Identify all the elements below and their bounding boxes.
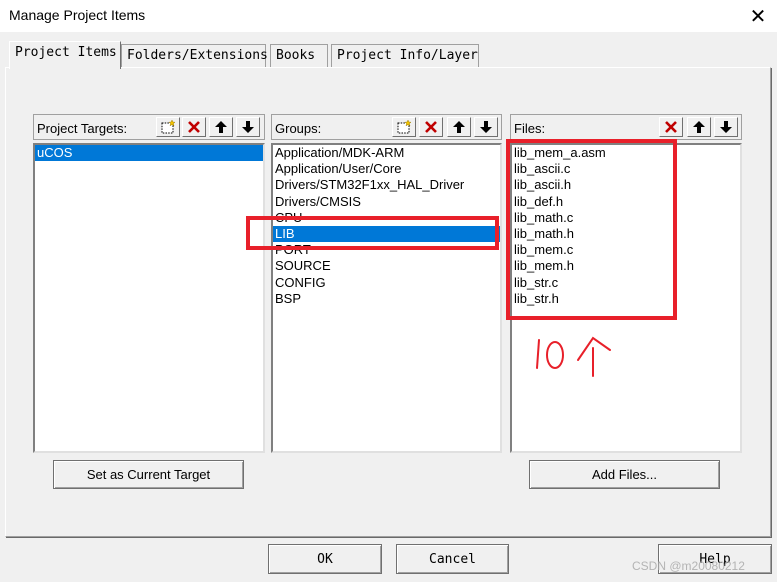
ok-button[interactable]: OK — [268, 544, 382, 574]
move-group-down-button[interactable] — [474, 117, 498, 137]
annotation-box-files — [506, 139, 677, 320]
close-icon: ✕ — [749, 5, 767, 28]
move-up-icon — [693, 121, 705, 133]
move-up-icon — [215, 121, 227, 133]
delete-group-button[interactable] — [419, 117, 443, 137]
window-title: Manage Project Items — [9, 7, 146, 23]
list-item-group[interactable]: SOURCE — [273, 258, 500, 274]
move-file-down-button[interactable] — [714, 117, 738, 137]
tab-books[interactable]: Books — [270, 44, 328, 67]
move-down-icon — [480, 121, 492, 133]
move-down-icon — [720, 121, 732, 133]
annotation-box-lib — [246, 216, 499, 250]
groups-list[interactable]: Application/MDK-ARM Application/User/Cor… — [271, 143, 502, 453]
files-header: Files: — [510, 114, 742, 140]
files-label: Files: — [514, 121, 546, 136]
delete-file-button[interactable] — [659, 117, 683, 137]
tab-folders-extensions[interactable]: Folders/Extensions — [121, 44, 268, 67]
new-target-button[interactable] — [156, 117, 180, 137]
move-file-up-button[interactable] — [687, 117, 711, 137]
move-down-icon — [242, 121, 254, 133]
new-icon — [161, 119, 176, 134]
move-target-up-button[interactable] — [209, 117, 233, 137]
move-target-down-button[interactable] — [236, 117, 260, 137]
delete-target-button[interactable] — [182, 117, 206, 137]
handwritten-annotation — [536, 336, 611, 377]
project-targets-header: Project Targets: — [33, 114, 265, 140]
list-item-group[interactable]: Application/MDK-ARM — [273, 145, 500, 161]
list-item-group[interactable]: Drivers/STM32F1xx_HAL_Driver — [273, 177, 500, 193]
tab-project-items[interactable]: Project Items — [9, 41, 121, 69]
groups-label: Groups: — [275, 121, 322, 136]
list-item-group[interactable]: Application/User/Core — [273, 161, 500, 177]
list-item-group[interactable]: BSP — [273, 291, 500, 307]
title-bar: Manage Project Items ✕ — [0, 0, 777, 32]
delete-icon — [188, 121, 200, 133]
watermark: CSDN @m20080212 — [632, 559, 745, 573]
list-item-target[interactable]: uCOS — [35, 145, 263, 162]
project-targets-label: Project Targets: — [37, 121, 128, 136]
set-as-current-target-button[interactable]: Set as Current Target — [53, 460, 244, 489]
delete-icon — [425, 121, 437, 133]
delete-icon — [665, 121, 677, 133]
cancel-button[interactable]: Cancel — [396, 544, 509, 574]
list-item-group[interactable]: CONFIG — [273, 275, 500, 291]
tab-project-info-layer[interactable]: Project Info/Layer — [331, 44, 479, 67]
groups-header: Groups: — [271, 114, 502, 140]
add-files-button[interactable]: Add Files... — [529, 460, 720, 489]
move-group-up-button[interactable] — [447, 117, 471, 137]
new-group-button[interactable] — [392, 117, 416, 137]
list-item-group[interactable]: Drivers/CMSIS — [273, 194, 500, 210]
project-targets-list[interactable]: uCOS — [33, 143, 265, 453]
close-button[interactable]: ✕ — [740, 2, 776, 30]
move-up-icon — [453, 121, 465, 133]
new-icon — [397, 119, 412, 134]
